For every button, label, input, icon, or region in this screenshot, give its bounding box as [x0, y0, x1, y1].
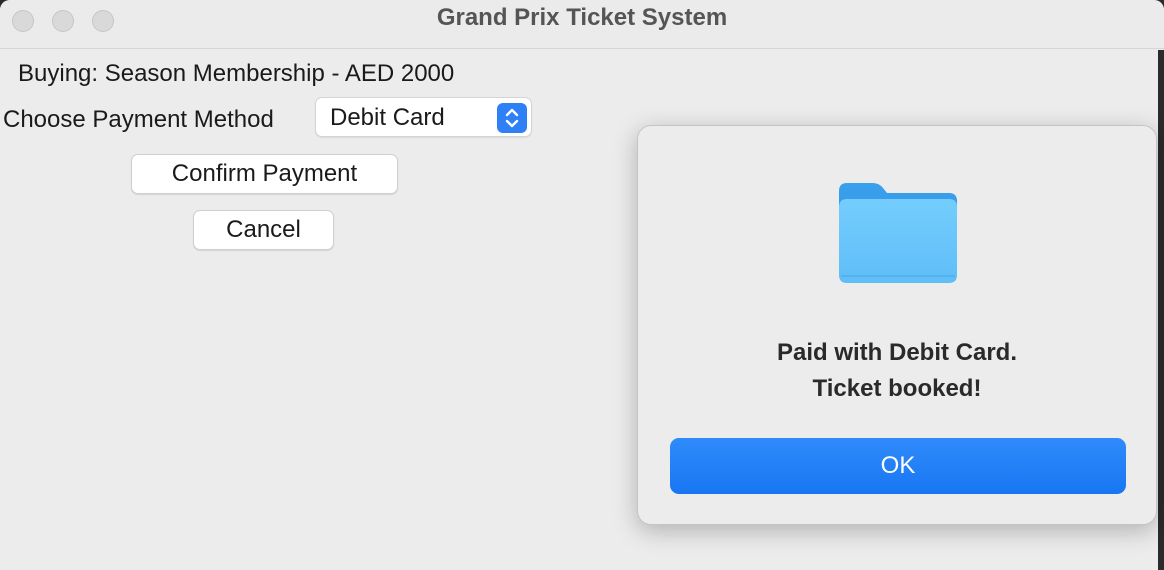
- title-bar: Grand Prix Ticket System: [0, 0, 1164, 49]
- alert-dialog: Paid with Debit Card. Ticket booked! OK: [637, 125, 1157, 525]
- dialog-message: Paid with Debit Card. Ticket booked!: [638, 335, 1156, 407]
- payment-method-value: Debit Card: [330, 104, 445, 131]
- payment-method-select[interactable]: Debit Card: [315, 97, 532, 137]
- cancel-button[interactable]: Cancel: [193, 210, 334, 250]
- background-edge: [1158, 50, 1164, 570]
- payment-method-label: Choose Payment Method: [3, 106, 274, 133]
- dialog-message-line2: Ticket booked!: [812, 375, 982, 402]
- dialog-message-line1: Paid with Debit Card.: [776, 339, 1018, 366]
- buying-label: Buying: Season Membership - AED 2000: [18, 60, 455, 87]
- confirm-payment-button[interactable]: Confirm Payment: [131, 154, 398, 194]
- updown-chevron-icon: [497, 103, 527, 133]
- window-title: Grand Prix Ticket System: [436, 4, 728, 31]
- folder-icon: [837, 181, 959, 285]
- ok-button[interactable]: OK: [670, 438, 1126, 494]
